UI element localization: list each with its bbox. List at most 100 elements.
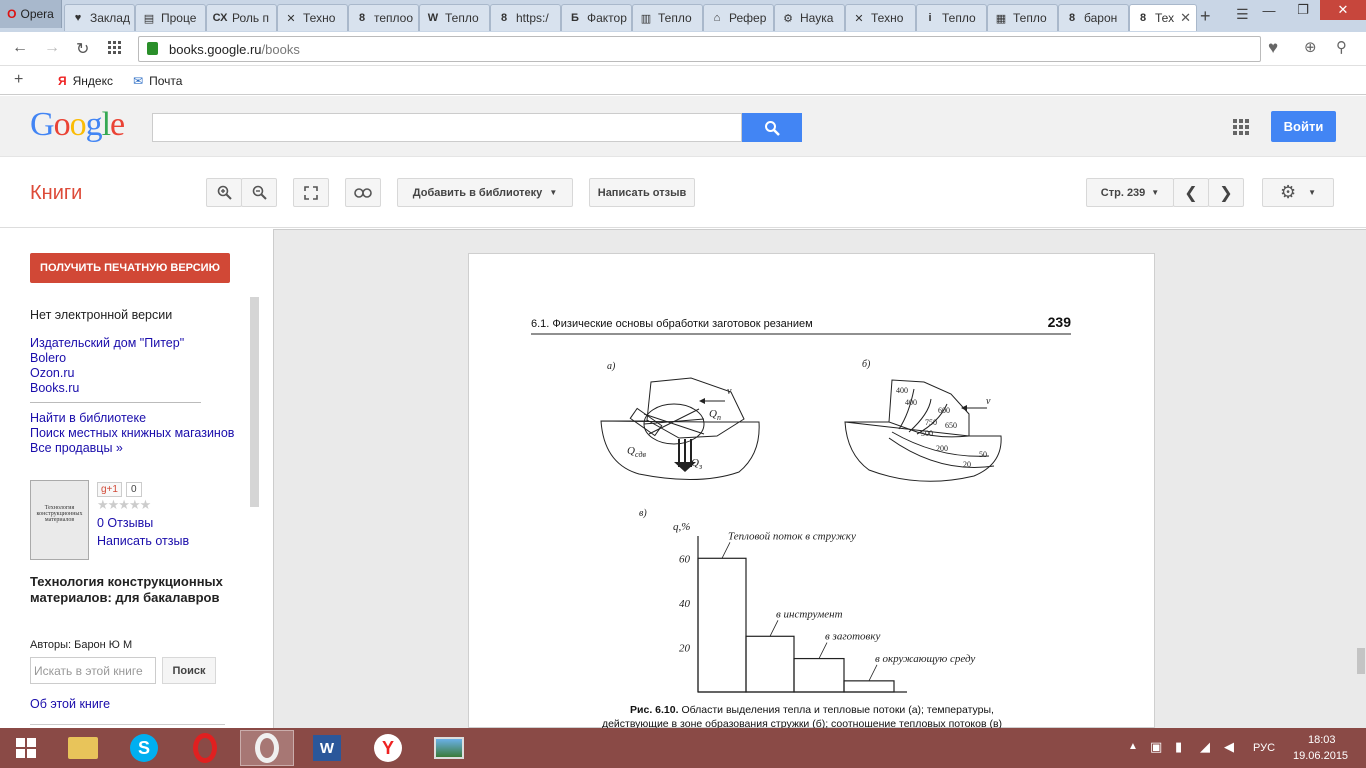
reviews-link[interactable]: 0 Отзывы <box>97 516 153 530</box>
figure-caption-line1: Рис. 6.10. Области выделения тепла и теп… <box>630 704 994 716</box>
browser-tab[interactable]: ▤ Проце <box>135 4 206 31</box>
get-print-button[interactable]: ПОЛУЧИТЬ ПЕЧАТНУЮ ВЕРСИЮ <box>30 253 230 283</box>
search-icon[interactable]: ⚲ <box>1336 38 1347 56</box>
url-field[interactable]: books.google.ru/books <box>138 36 1261 62</box>
zoom-in-button[interactable] <box>206 178 242 207</box>
all-sellers-link[interactable]: Все продавцы » <box>30 441 123 455</box>
taskbar-skype[interactable]: S <box>118 730 170 766</box>
browser-tab[interactable]: 8 https:/ <box>490 4 561 31</box>
add-to-library-button[interactable]: Добавить в библиотеку ▼ <box>397 178 573 207</box>
chart-y-tick-label: 60 <box>679 553 691 565</box>
fullscreen-button[interactable] <box>293 178 329 207</box>
about-book-link[interactable]: Об этой книге <box>30 697 110 711</box>
tab-label: Рефер <box>729 11 767 25</box>
browser-tab[interactable]: 8 барон <box>1058 4 1129 31</box>
google-logo[interactable]: Google <box>30 106 125 144</box>
back-icon[interactable]: ← <box>12 39 28 57</box>
google-search-input[interactable] <box>152 113 742 142</box>
browser-tab[interactable]: Б Фактор <box>561 4 632 31</box>
heat-label-qz: Qз <box>691 457 702 471</box>
clock-time[interactable]: 18:03 <box>1308 734 1336 746</box>
new-tab-button[interactable]: + <box>1200 6 1211 27</box>
page-header: 6.1. Физические основы обработки заготов… <box>531 318 813 330</box>
reload-icon[interactable]: ↻ <box>76 39 89 59</box>
seller-link-piter[interactable]: Издательский дом "Питер" <box>30 336 184 350</box>
velocity-label-a: v <box>727 386 732 397</box>
figure-b-label: б) <box>862 359 871 370</box>
network-icon[interactable]: ◢ <box>1200 739 1210 755</box>
yandex-browser-icon: Y <box>374 734 402 762</box>
volume-icon[interactable]: ◀ <box>1224 739 1234 755</box>
seller-link-ozon[interactable]: Ozon.ru <box>30 366 74 380</box>
google-search-button[interactable] <box>742 113 802 142</box>
write-review-button[interactable]: Написать отзыв <box>589 178 695 207</box>
bookmark-mail[interactable]: ✉ Почта <box>133 74 182 88</box>
taskbar-opera[interactable] <box>179 730 231 766</box>
book-cover-image[interactable]: Технология конструкционных материалов <box>30 480 89 560</box>
write-review-link[interactable]: Написать отзыв <box>97 534 189 548</box>
taskbar-photos[interactable] <box>423 730 475 766</box>
tray-expand-icon[interactable]: ▲ <box>1128 741 1138 752</box>
tab-favicon-icon: ✕ <box>286 12 296 25</box>
browser-tab[interactable]: ✕ Техно <box>277 4 348 31</box>
chevron-left-icon: ❮ <box>1184 184 1198 202</box>
seller-link-bolero[interactable]: Bolero <box>30 351 66 365</box>
browser-tab[interactable]: i Тепло <box>916 4 987 31</box>
close-window-button[interactable]: ✕ <box>1320 0 1366 20</box>
forward-icon[interactable]: → <box>44 39 60 57</box>
tab-favicon-icon: 8 <box>500 12 508 24</box>
link-button[interactable] <box>345 178 381 207</box>
opera-menu-button[interactable]: O Opera <box>0 0 62 28</box>
skype-icon: S <box>130 734 158 762</box>
settings-button[interactable]: ⚙ ▼ <box>1262 178 1334 207</box>
browser-tab[interactable]: ⌂ Рефер <box>703 4 774 31</box>
opera-icon <box>255 733 279 763</box>
gplus-button[interactable]: g+1 <box>97 482 122 497</box>
maximize-button[interactable]: ❐ <box>1286 0 1320 20</box>
browser-tab[interactable]: ✕ Техно <box>845 4 916 31</box>
next-page-button[interactable]: ❯ <box>1208 178 1244 207</box>
zoom-out-button[interactable] <box>241 178 277 207</box>
start-button[interactable] <box>0 730 52 766</box>
clock-date[interactable]: 19.06.2015 <box>1293 750 1348 762</box>
viewer-scrollbar-thumb[interactable] <box>1357 648 1365 674</box>
add-bookmark-icon[interactable]: + <box>14 71 23 89</box>
browser-tab[interactable]: W Тепло <box>419 4 490 31</box>
action-center-icon[interactable]: ▣ <box>1150 739 1162 755</box>
find-library-link[interactable]: Найти в библиотеке <box>30 411 146 425</box>
tab-favicon-icon: 8 <box>1139 12 1147 24</box>
sign-in-button[interactable]: Войти <box>1271 111 1336 142</box>
books-title[interactable]: Книги <box>30 182 82 205</box>
download-icon[interactable]: ⊕ <box>1304 38 1317 56</box>
browser-tab[interactable]: ♥ Заклад <box>64 4 135 31</box>
battery-icon[interactable]: ▮ <box>1175 739 1182 755</box>
apps-grid-icon[interactable] <box>1233 119 1249 135</box>
minimize-button[interactable]: — <box>1252 0 1286 20</box>
browser-tab[interactable]: ▥ Тепло <box>632 4 703 31</box>
taskbar-word[interactable]: W <box>301 730 353 766</box>
bookmark-yandex[interactable]: Я Яндекс <box>58 74 113 88</box>
velocity-label-b: v <box>986 396 991 407</box>
browser-tab[interactable]: 8 Тех ✕ <box>1129 4 1197 31</box>
find-local-link[interactable]: Поиск местных книжных магазинов <box>30 426 234 440</box>
book-search-button[interactable]: Поиск <box>162 657 216 684</box>
speed-dial-icon[interactable] <box>108 41 122 60</box>
panel-scrollbar[interactable] <box>250 297 259 507</box>
book-search-input[interactable]: Искать в этой книге <box>30 657 156 684</box>
taskbar-yandex[interactable]: Y <box>362 730 414 766</box>
prev-page-button[interactable]: ❮ <box>1173 178 1209 207</box>
bookmark-heart-icon[interactable]: ♥ <box>1268 38 1278 58</box>
tab-menu-button[interactable]: ☰ <box>1236 6 1249 23</box>
close-tab-icon[interactable]: ✕ <box>1180 10 1191 26</box>
bookmark-yandex-label: Яндекс <box>72 74 113 88</box>
page-select[interactable]: Стр. 239 ▼ <box>1086 178 1174 207</box>
isotherm-label: 50 <box>979 450 987 459</box>
browser-tab[interactable]: ⚙ Наука <box>774 4 845 31</box>
browser-tab[interactable]: 8 теплоо <box>348 4 419 31</box>
browser-tab[interactable]: ▦ Тепло <box>987 4 1058 31</box>
seller-link-books[interactable]: Books.ru <box>30 381 79 395</box>
browser-tab[interactable]: СХ Роль п <box>206 4 277 31</box>
taskbar-opera-active[interactable] <box>240 730 294 766</box>
language-indicator[interactable]: РУС <box>1253 742 1275 754</box>
taskbar-explorer[interactable] <box>57 730 109 766</box>
